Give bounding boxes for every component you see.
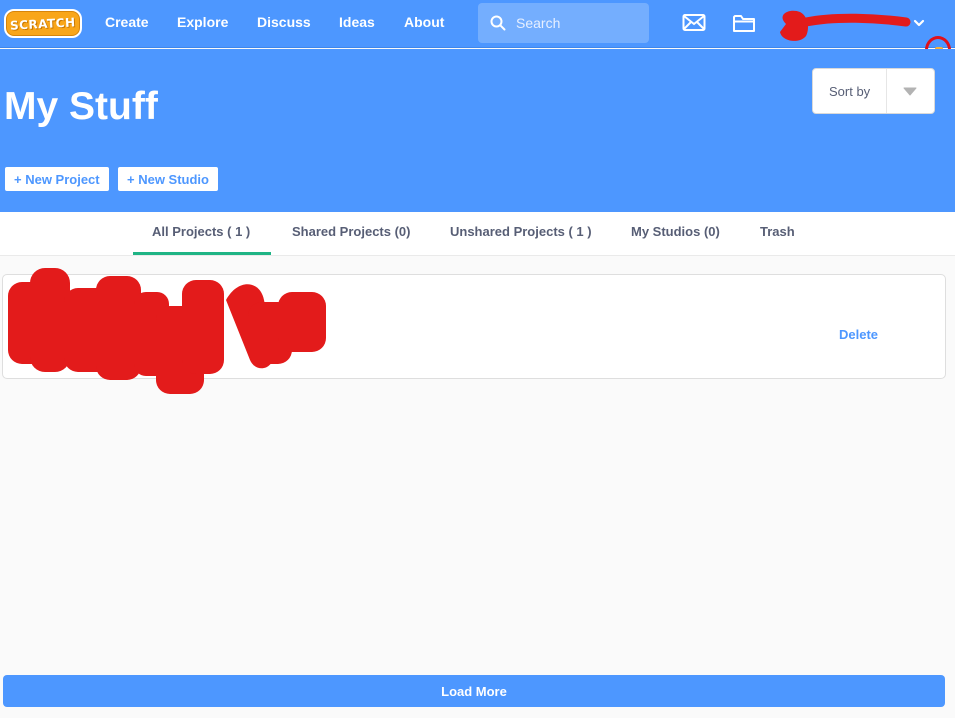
page-title: My Stuff	[4, 85, 158, 128]
nav-about-link[interactable]: About	[404, 14, 444, 30]
filter-tabs: All Projects ( 1 ) Shared Projects (0) U…	[0, 212, 955, 256]
sort-by-dropdown[interactable]: Sort by	[812, 68, 935, 114]
nav-ideas-link[interactable]: Ideas	[339, 14, 375, 30]
search-icon	[490, 15, 506, 31]
new-studio-button[interactable]: + New Studio	[118, 167, 218, 191]
chevron-down-icon[interactable]	[913, 18, 925, 28]
top-navbar: SCRATCH Create Explore Discuss Ideas Abo…	[0, 0, 955, 48]
redacted-username-scribble[interactable]	[776, 6, 911, 44]
my-stuff-folder-icon[interactable]	[732, 12, 756, 34]
sort-divider	[886, 69, 887, 113]
logo-text: SCRATCH	[9, 14, 77, 33]
nav-create-link[interactable]: Create	[105, 14, 149, 30]
search-box[interactable]	[478, 3, 649, 43]
tab-shared-projects[interactable]: Shared Projects (0)	[292, 224, 411, 239]
scratch-logo[interactable]: SCRATCH	[4, 9, 82, 38]
tab-my-studios[interactable]: My Studios (0)	[631, 224, 720, 239]
dropdown-caret-icon	[903, 87, 917, 96]
tab-unshared-projects[interactable]: Unshared Projects ( 1 )	[450, 224, 592, 239]
nav-discuss-link[interactable]: Discuss	[257, 14, 311, 30]
my-stuff-header: My Stuff Sort by + New Project + New Stu…	[0, 49, 955, 212]
search-input[interactable]	[516, 13, 641, 33]
delete-project-link[interactable]: Delete	[839, 327, 878, 342]
new-project-button[interactable]: + New Project	[5, 167, 109, 191]
load-more-button[interactable]: Load More	[3, 675, 945, 707]
active-tab-indicator	[133, 252, 271, 255]
nav-explore-link[interactable]: Explore	[177, 14, 228, 30]
tab-trash[interactable]: Trash	[760, 224, 795, 239]
tab-all-projects[interactable]: All Projects ( 1 )	[152, 224, 250, 239]
redacted-project-scribble[interactable]	[6, 266, 331, 396]
sort-by-label: Sort by	[829, 84, 871, 99]
messages-icon[interactable]	[682, 12, 706, 34]
